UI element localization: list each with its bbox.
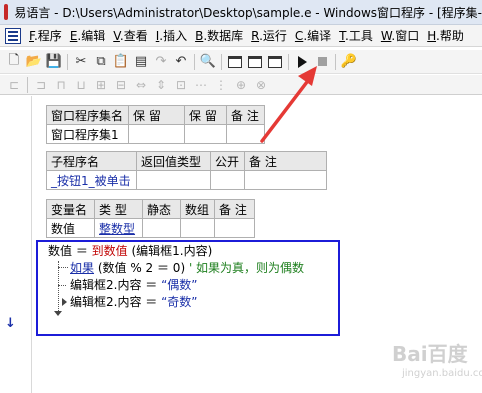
watermark-subtext: jingyan.baidu.com [402, 368, 482, 379]
watermark-text: Bai百度 [392, 342, 468, 366]
baidu-watermark: Bai百度 jingyan.baidu.com [372, 330, 482, 390]
